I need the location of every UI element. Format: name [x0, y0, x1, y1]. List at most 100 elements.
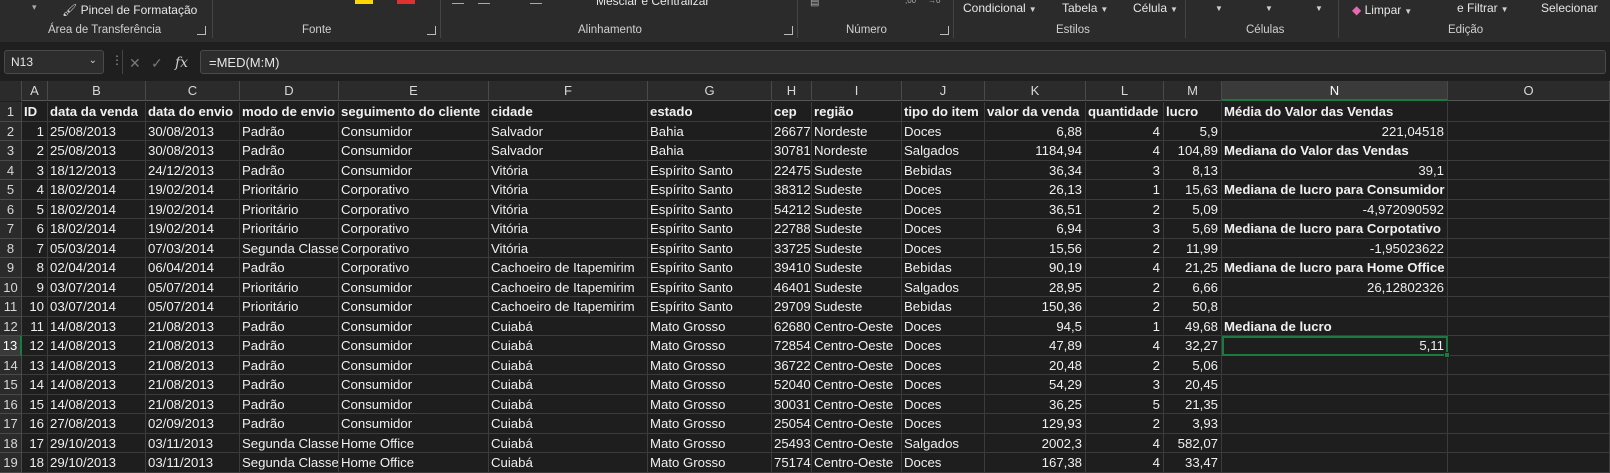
column-header-i[interactable]: I	[812, 81, 902, 101]
cell-d14[interactable]: Padrão	[240, 355, 339, 375]
cell-e2[interactable]: Consumidor	[339, 121, 489, 141]
cell-e18[interactable]: Home Office	[339, 433, 489, 453]
format-dropdown-icon[interactable]: ▼	[1315, 4, 1323, 13]
cell-n4[interactable]: 39,1	[1222, 160, 1448, 180]
cell-g8[interactable]: Espírito Santo	[648, 238, 772, 258]
cell-i12[interactable]: Centro-Oeste	[812, 316, 902, 336]
cell-o8[interactable]	[1448, 238, 1610, 258]
clear-button[interactable]: ◆ Limpar ▼	[1352, 3, 1412, 17]
cell-l19[interactable]: 4	[1086, 453, 1164, 473]
cell-j7[interactable]: Doces	[902, 219, 985, 239]
delete-dropdown-icon[interactable]: ▼	[1265, 4, 1273, 13]
cell-d9[interactable]: Padrão	[240, 258, 339, 278]
cell-l2[interactable]: 4	[1086, 121, 1164, 141]
cell-c12[interactable]: 21/08/2013	[146, 316, 240, 336]
row-header[interactable]: 2	[0, 121, 22, 141]
column-header-n[interactable]: N	[1222, 81, 1448, 101]
column-header-a[interactable]: A	[22, 81, 48, 101]
cell-b12[interactable]: 14/08/2013	[48, 316, 146, 336]
row-header[interactable]: 8	[0, 238, 22, 258]
column-header-c[interactable]: C	[146, 81, 240, 101]
cell-a13[interactable]: 12	[22, 336, 48, 356]
cell-h11[interactable]: 29709	[772, 297, 812, 317]
cell-m12[interactable]: 49,68	[1164, 316, 1222, 336]
cell-a15[interactable]: 14	[22, 375, 48, 395]
cell-l4[interactable]: 3	[1086, 160, 1164, 180]
cell-d4[interactable]: Padrão	[240, 160, 339, 180]
cell-b8[interactable]: 05/03/2014	[48, 238, 146, 258]
cell-g6[interactable]: Espírito Santo	[648, 199, 772, 219]
cell-b11[interactable]: 03/07/2014	[48, 297, 146, 317]
cell-l1[interactable]: quantidade	[1086, 102, 1164, 122]
cell-k8[interactable]: 15,56	[985, 238, 1086, 258]
column-header-b[interactable]: B	[48, 81, 146, 101]
cell-d18[interactable]: Segunda Classe	[240, 433, 339, 453]
cell-g18[interactable]: Mato Grosso	[648, 433, 772, 453]
alignment-launcher-icon[interactable]	[784, 26, 793, 35]
cell-o6[interactable]	[1448, 199, 1610, 219]
cell-f3[interactable]: Salvador	[489, 141, 648, 161]
cell-e13[interactable]: Consumidor	[339, 336, 489, 356]
cell-c5[interactable]: 19/02/2014	[146, 180, 240, 200]
cell-o18[interactable]	[1448, 433, 1610, 453]
cell-j19[interactable]: Doces	[902, 453, 985, 473]
cell-n16[interactable]	[1222, 394, 1448, 414]
cell-f12[interactable]: Cuiabá	[489, 316, 648, 336]
cell-i7[interactable]: Sudeste	[812, 219, 902, 239]
cell-m8[interactable]: 11,99	[1164, 238, 1222, 258]
cell-h14[interactable]: 36722	[772, 355, 812, 375]
cell-h9[interactable]: 39410	[772, 258, 812, 278]
cell-m1[interactable]: lucro	[1164, 102, 1222, 122]
cell-j8[interactable]: Doces	[902, 238, 985, 258]
cell-g12[interactable]: Mato Grosso	[648, 316, 772, 336]
cell-a1[interactable]: ID	[22, 102, 48, 122]
cell-l6[interactable]: 2	[1086, 199, 1164, 219]
row-header[interactable]: 6	[0, 199, 22, 219]
cell-j16[interactable]: Doces	[902, 394, 985, 414]
cell-e11[interactable]: Consumidor	[339, 297, 489, 317]
cell-d13[interactable]: Padrão	[240, 336, 339, 356]
cell-h18[interactable]: 25493	[772, 433, 812, 453]
cell-i19[interactable]: Centro-Oeste	[812, 453, 902, 473]
cell-n15[interactable]	[1222, 375, 1448, 395]
cell-g4[interactable]: Espírito Santo	[648, 160, 772, 180]
cell-h19[interactable]: 75174	[772, 453, 812, 473]
cell-a3[interactable]: 2	[22, 141, 48, 161]
cell-d19[interactable]: Segunda Classe	[240, 453, 339, 473]
cell-k1[interactable]: valor da venda	[985, 102, 1086, 122]
cell-c6[interactable]: 19/02/2014	[146, 199, 240, 219]
cell-g11[interactable]: Espírito Santo	[648, 297, 772, 317]
cell-l3[interactable]: 4	[1086, 141, 1164, 161]
cell-d2[interactable]: Padrão	[240, 121, 339, 141]
cell-h10[interactable]: 46401	[772, 277, 812, 297]
cell-l5[interactable]: 1	[1086, 180, 1164, 200]
clipboard-launcher-icon[interactable]	[197, 26, 206, 35]
row-header[interactable]: 13	[0, 336, 22, 356]
cell-b15[interactable]: 14/08/2013	[48, 375, 146, 395]
cell-j3[interactable]: Salgados	[902, 141, 985, 161]
row-header[interactable]: 19	[0, 453, 22, 473]
cell-d6[interactable]: Prioritário	[240, 199, 339, 219]
cell-m11[interactable]: 50,8	[1164, 297, 1222, 317]
cell-k9[interactable]: 90,19	[985, 258, 1086, 278]
row-header[interactable]: 10	[0, 277, 22, 297]
row-header[interactable]: 4	[0, 160, 22, 180]
cell-b16[interactable]: 14/08/2013	[48, 394, 146, 414]
cell-o19[interactable]	[1448, 453, 1610, 473]
cell-j14[interactable]: Doces	[902, 355, 985, 375]
cell-f8[interactable]: Vitória	[489, 238, 648, 258]
cell-f15[interactable]: Cuiabá	[489, 375, 648, 395]
cell-b7[interactable]: 18/02/2014	[48, 219, 146, 239]
cell-e8[interactable]: Corporativo	[339, 238, 489, 258]
cell-j10[interactable]: Salgados	[902, 277, 985, 297]
cell-f14[interactable]: Cuiabá	[489, 355, 648, 375]
cell-k3[interactable]: 1184,94	[985, 141, 1086, 161]
cell-k11[interactable]: 150,36	[985, 297, 1086, 317]
cell-f4[interactable]: Vitória	[489, 160, 648, 180]
column-header-d[interactable]: D	[240, 81, 339, 101]
cell-m19[interactable]: 33,47	[1164, 453, 1222, 473]
column-header-j[interactable]: J	[902, 81, 985, 101]
cell-k4[interactable]: 36,34	[985, 160, 1086, 180]
insert-dropdown-icon[interactable]: ▼	[1215, 4, 1223, 13]
row-header[interactable]: 17	[0, 414, 22, 434]
